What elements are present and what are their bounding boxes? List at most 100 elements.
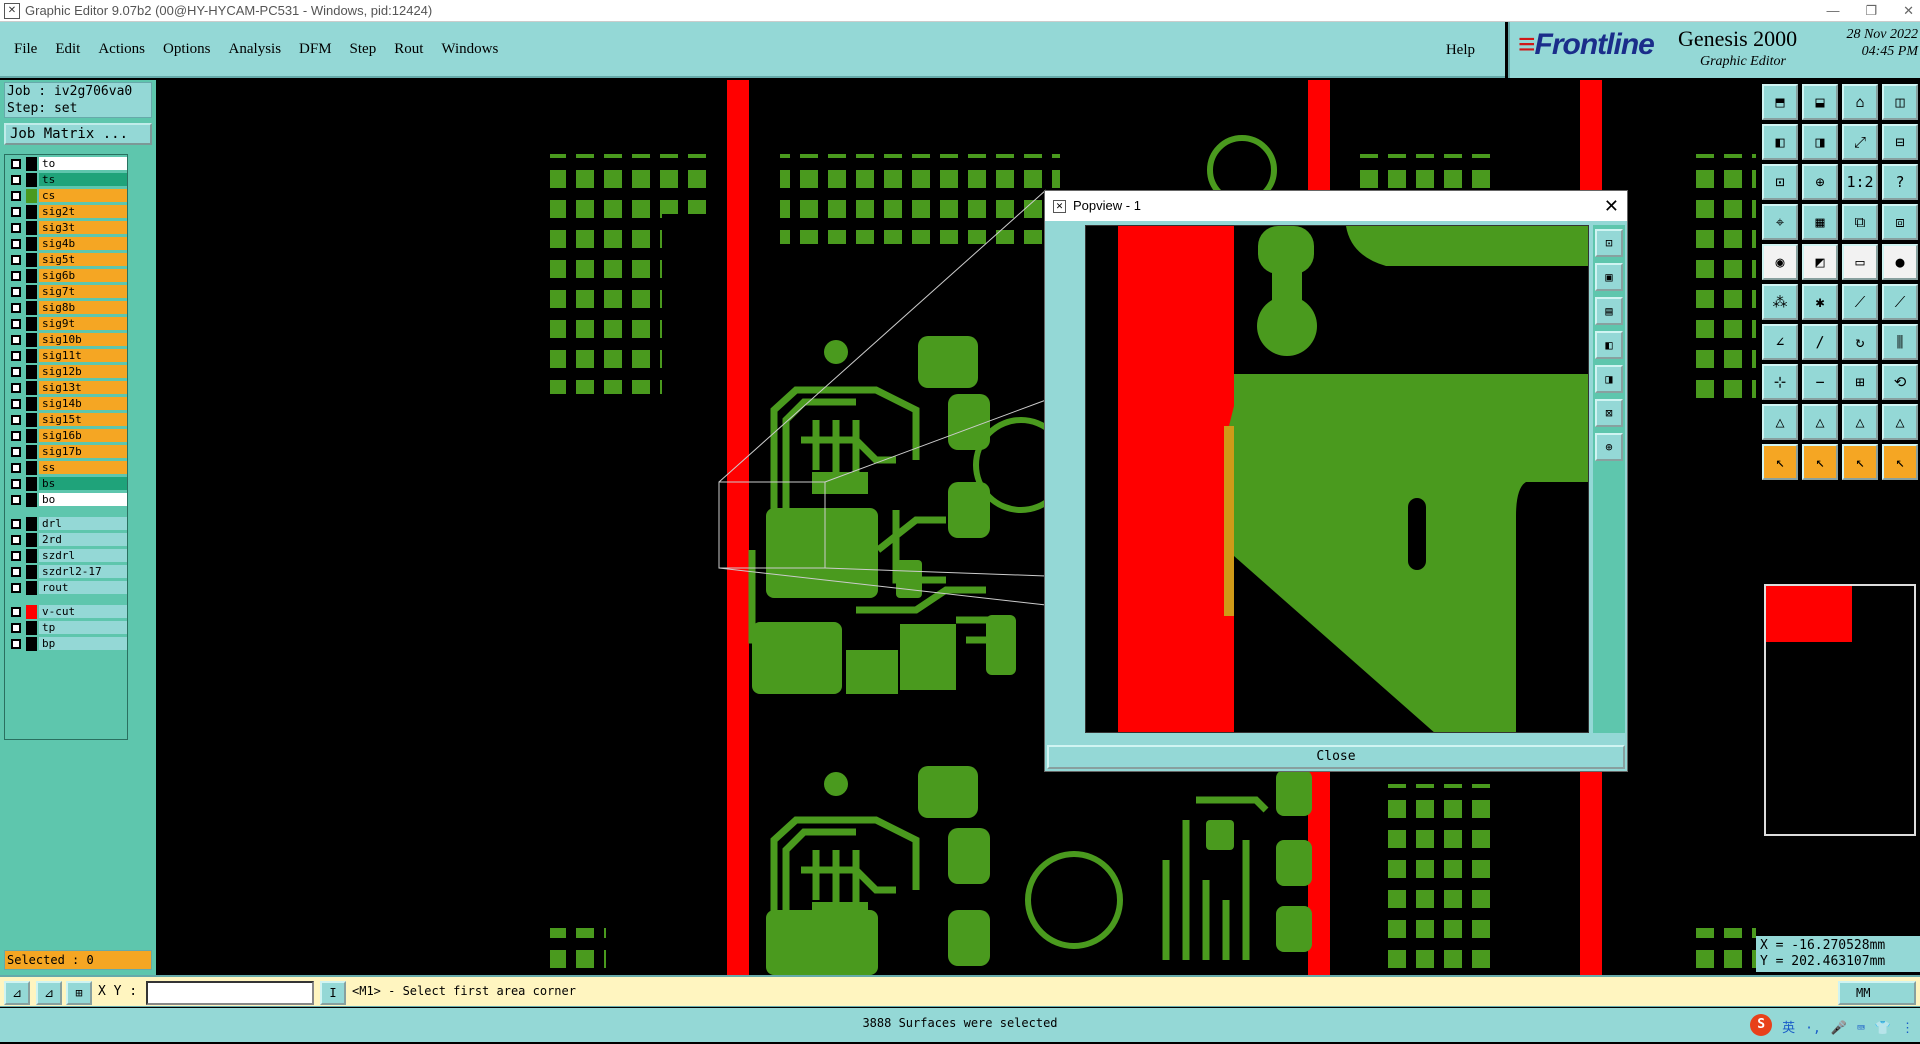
layer-checkbox[interactable] (11, 639, 21, 649)
layer-name[interactable]: ss (39, 461, 127, 474)
layer-name[interactable]: cs (39, 189, 127, 202)
resize-icon[interactable]: ⊞ (1842, 364, 1878, 400)
info-icon[interactable]: I (320, 981, 346, 1005)
layer-name[interactable]: bp (39, 637, 127, 650)
menu-rout[interactable]: Rout (394, 41, 423, 58)
microphone-icon[interactable]: 🎤 (1831, 1014, 1847, 1044)
menu-windows[interactable]: Windows (441, 41, 498, 58)
grid-icon[interactable]: ▦ (1802, 204, 1838, 240)
scale-icon[interactable]: 1:2 (1842, 164, 1878, 200)
layer-row-drl[interactable]: drl (9, 517, 127, 531)
layer-checkbox[interactable] (11, 399, 21, 409)
cross-icon[interactable]: ✱ (1802, 284, 1838, 320)
overview-map[interactable] (1764, 584, 1916, 836)
poly3-icon[interactable]: △ (1842, 404, 1878, 440)
poly-icon[interactable]: △ (1762, 404, 1798, 440)
layer-row-sig3t[interactable]: sig3t (9, 221, 127, 235)
job-matrix-button[interactable]: Job Matrix ... (4, 123, 152, 145)
layer-checkbox[interactable] (11, 431, 21, 441)
poly4-icon[interactable]: △ (1882, 404, 1918, 440)
zoom-out-icon[interactable]: ▤ (1595, 297, 1623, 325)
layer-name[interactable]: sig9t (39, 317, 127, 330)
layer-checkbox[interactable] (11, 335, 21, 345)
top-view-icon[interactable]: ⬒ (1762, 84, 1798, 120)
layer-checkbox[interactable] (11, 519, 21, 529)
layer-name[interactable]: sig10b (39, 333, 127, 346)
layer-checkbox[interactable] (11, 415, 21, 425)
bottom-view-icon[interactable]: ⬓ (1802, 84, 1838, 120)
layer-row-szdrl2-17[interactable]: szdrl2-17 (9, 565, 127, 579)
layer-name[interactable]: rout (39, 581, 127, 594)
poly2-icon[interactable]: △ (1802, 404, 1838, 440)
layer-checkbox[interactable] (11, 367, 21, 377)
query-icon[interactable]: ? (1882, 164, 1918, 200)
layer-row-sig8b[interactable]: sig8b (9, 301, 127, 315)
layer-row-bs[interactable]: bs (9, 477, 127, 491)
fit-view-icon[interactable]: ⊠ (1595, 399, 1623, 427)
layer-row-sig11t[interactable]: sig11t (9, 349, 127, 363)
layer-checkbox[interactable] (11, 567, 21, 577)
fit-profile-icon[interactable]: ⊕ (1802, 164, 1838, 200)
menu-actions[interactable]: Actions (98, 41, 145, 58)
pan-right-icon[interactable]: ◨ (1595, 365, 1623, 393)
pan-left-icon[interactable]: ◧ (1762, 124, 1798, 160)
xy-input[interactable] (146, 981, 314, 1005)
line-edit-icon[interactable]: ∕ (1802, 324, 1838, 360)
layer-row-ss[interactable]: ss (9, 461, 127, 475)
layer-checkbox[interactable] (11, 191, 21, 201)
layer-row-v-cut[interactable]: v-cut (9, 605, 127, 619)
layer-name[interactable]: ts (39, 173, 127, 186)
layer-name[interactable]: sig5t (39, 253, 127, 266)
window-close-button[interactable]: ✕ (1903, 0, 1914, 22)
ruler-icon[interactable]: ▭ (1842, 244, 1878, 280)
layer-name[interactable]: sig7t (39, 285, 127, 298)
layer-checkbox[interactable] (11, 551, 21, 561)
layer-checkbox[interactable] (11, 223, 21, 233)
layer-name[interactable]: bs (39, 477, 127, 490)
popview-close-icon[interactable]: ✕ (1604, 191, 1619, 221)
layer-name[interactable]: sig16b (39, 429, 127, 442)
layer-name[interactable]: szdrl2-17 (39, 565, 127, 578)
snap-icon[interactable]: ⌖ (1762, 204, 1798, 240)
layer-row-sig9t[interactable]: sig9t (9, 317, 127, 331)
layer-name[interactable]: sig15t (39, 413, 127, 426)
link-icon[interactable]: ⟋ (1882, 284, 1918, 320)
layer-row-sig2t[interactable]: sig2t (9, 205, 127, 219)
circle-icon[interactable]: ● (1882, 244, 1918, 280)
keyboard-icon[interactable]: ⌨ (1857, 1014, 1865, 1044)
layer-row-bo[interactable]: bo (9, 493, 127, 507)
popview-close-button[interactable]: Close (1047, 745, 1625, 769)
layer-link-icon[interactable]: ⧈ (1882, 204, 1918, 240)
line-icon[interactable]: ∠ (1762, 324, 1798, 360)
layer-row-sig5t[interactable]: sig5t (9, 253, 127, 267)
zoom-in-icon[interactable]: ▣ (1595, 263, 1623, 291)
layer-checkbox[interactable] (11, 319, 21, 329)
minus-icon[interactable]: − (1802, 364, 1838, 400)
layer-row-sig17b[interactable]: sig17b (9, 445, 127, 459)
layer-row-to[interactable]: to (9, 157, 127, 171)
layer-checkbox[interactable] (11, 239, 21, 249)
measure-icon[interactable]: ⊿ (36, 981, 62, 1005)
layer-name[interactable]: sig12b (39, 365, 127, 378)
layer-row-sig15t[interactable]: sig15t (9, 413, 127, 427)
compare-icon[interactable]: ⧉ (1842, 204, 1878, 240)
select4-icon[interactable]: ↖ (1882, 444, 1918, 480)
layer-name[interactable]: sig6b (39, 269, 127, 282)
zoom-region-icon[interactable]: ⊟ (1882, 124, 1918, 160)
ime-punct-icon[interactable]: ·, (1805, 1014, 1821, 1044)
pan-left-icon[interactable]: ◧ (1595, 331, 1623, 359)
layer-checkbox[interactable] (11, 535, 21, 545)
layer-checkbox[interactable] (11, 271, 21, 281)
menu-step[interactable]: Step (350, 41, 377, 58)
layer-row-sig6b[interactable]: sig6b (9, 269, 127, 283)
layer-row-bp[interactable]: bp (9, 637, 127, 651)
pan-right-icon[interactable]: ◨ (1802, 124, 1838, 160)
layer-name[interactable]: sig11t (39, 349, 127, 362)
add-surface-icon[interactable]: ◩ (1802, 244, 1838, 280)
skin-icon[interactable]: 👕 (1875, 1014, 1891, 1044)
select-icon[interactable]: ↖ (1762, 444, 1798, 480)
minimize-button[interactable]: — (1826, 0, 1839, 22)
layer-row-szdrl[interactable]: szdrl (9, 549, 127, 563)
popview-canvas[interactable] (1085, 225, 1589, 733)
layer-name[interactable]: v-cut (39, 605, 127, 618)
